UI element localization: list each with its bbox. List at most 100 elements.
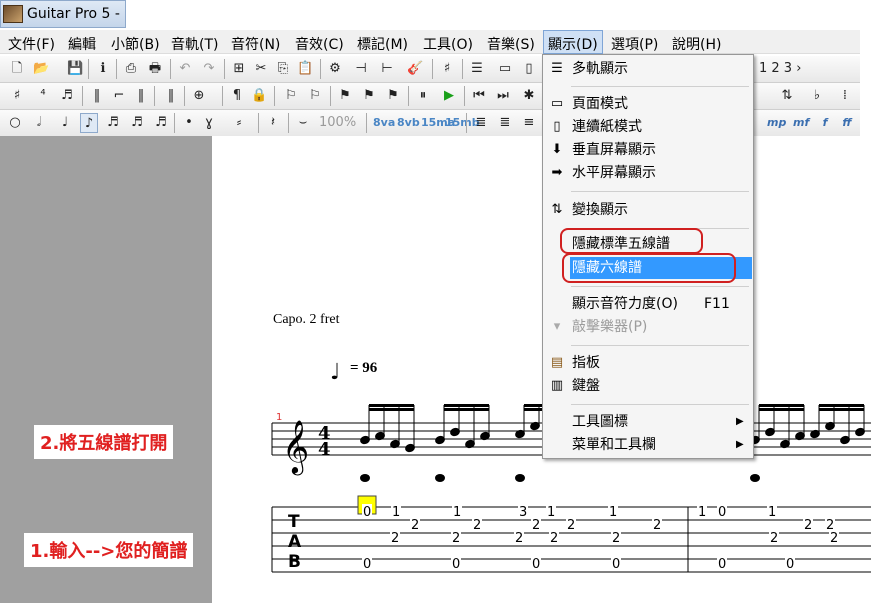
align-lines-3-icon[interactable]: ≡: [520, 113, 538, 133]
tab-number[interactable]: 0: [452, 557, 460, 572]
cut-icon[interactable]: ✂: [252, 59, 270, 79]
quarter-note-icon[interactable]: ♩: [56, 113, 74, 133]
page-view-icon[interactable]: ▭: [496, 59, 514, 79]
menu-item-transpose-display[interactable]: ⇅ 變換顯示: [543, 199, 753, 221]
add-track-icon[interactable]: ⊣: [352, 59, 370, 79]
menu-music[interactable]: 音樂(S): [487, 34, 535, 54]
redo-icon[interactable]: ↷: [200, 59, 218, 79]
whole-note-icon[interactable]: ○: [6, 113, 24, 133]
menu-item-horizontal-screen[interactable]: ➡ 水平屏幕顯示: [543, 162, 753, 184]
more-icon[interactable]: ⁞: [836, 86, 854, 106]
menu-item-menus-toolbars[interactable]: 菜單和工具欄 ▶: [543, 434, 753, 456]
menu-effects[interactable]: 音效(C): [295, 34, 344, 54]
menu-bar-measure[interactable]: 小節(B): [111, 34, 160, 54]
menu-item-multi-track[interactable]: ☰ 多軌顯示: [543, 58, 753, 80]
triplet-feel-icon[interactable]: ♬: [58, 86, 76, 106]
go-to-end-icon[interactable]: ⏭: [494, 86, 512, 106]
add-marker-icon[interactable]: ⚐: [282, 86, 300, 106]
tab-number[interactable]: 1: [698, 505, 706, 520]
menu-view[interactable]: 顯示(D): [543, 30, 603, 54]
tab-number[interactable]: 0: [532, 557, 540, 572]
tab-number[interactable]: 2: [612, 531, 620, 546]
menu-item-vertical-screen[interactable]: ⬇ 垂直屏幕顯示: [543, 139, 753, 161]
tab-number[interactable]: 1: [392, 505, 400, 520]
screen-view-icon[interactable]: ▯: [520, 59, 538, 79]
tab-number[interactable]: 0: [718, 505, 726, 520]
tuplet-icon[interactable]: ɣ: [200, 113, 218, 133]
menu-item-keyboard[interactable]: ▥ 鍵盤: [543, 375, 753, 397]
tab-number[interactable]: 1: [453, 505, 461, 520]
undo-icon[interactable]: ↶: [176, 59, 194, 79]
print-icon[interactable]: 🖶: [146, 59, 164, 79]
lock-icon[interactable]: 🔒: [250, 86, 268, 106]
bass-note-head[interactable]: [360, 474, 370, 482]
tab-number[interactable]: 2: [770, 531, 778, 546]
print-preview-icon[interactable]: ⎙: [122, 59, 140, 79]
tab-number[interactable]: 1: [547, 505, 555, 520]
tab-number[interactable]: 2: [804, 518, 812, 533]
double-bar-icon[interactable]: ‖: [162, 86, 180, 106]
tab-number[interactable]: 0: [612, 557, 620, 572]
sixteenth-note-icon[interactable]: ♬: [104, 113, 122, 133]
menu-item-percussion[interactable]: ▾ 敲擊樂器(P): [543, 316, 753, 338]
zoom-level[interactable]: 100%: [318, 113, 357, 133]
tab-number[interactable]: 0: [363, 557, 371, 572]
menu-item-page-mode[interactable]: ▭ 頁面模式: [543, 93, 753, 115]
paragraph-icon[interactable]: ¶: [228, 86, 246, 106]
tab-number[interactable]: 2: [532, 518, 540, 533]
time-signature-icon[interactable]: ⁴: [34, 86, 52, 106]
tab-number[interactable]: 2: [452, 531, 460, 546]
rest-icon[interactable]: 𝄽: [264, 113, 282, 133]
chord-icon[interactable]: ♯: [438, 59, 456, 79]
menu-options[interactable]: 選項(P): [611, 34, 658, 54]
tab-number[interactable]: 2: [473, 518, 481, 533]
half-note-icon[interactable]: 𝅗𝅥: [30, 113, 48, 133]
bass-note-head[interactable]: [750, 474, 760, 482]
multitrack-toolbar-icon[interactable]: ☰: [468, 59, 486, 79]
thirty-second-note-icon[interactable]: ♬: [128, 113, 146, 133]
bass-note-head[interactable]: [435, 474, 445, 482]
eighth-note-icon[interactable]: ♪: [80, 113, 98, 133]
dynamic-ff-button[interactable]: ff: [838, 113, 856, 133]
menu-help[interactable]: 說明(H): [672, 34, 721, 54]
ottava-8vb-button[interactable]: 8vb: [396, 113, 421, 133]
flag-1-icon[interactable]: ⚑: [336, 86, 354, 106]
menu-tools[interactable]: 工具(O): [423, 34, 473, 54]
tab-number[interactable]: 2: [391, 531, 399, 546]
menu-item-fretboard[interactable]: ▤ 指板: [543, 352, 753, 374]
copy-icon[interactable]: ⎘: [274, 59, 292, 79]
menu-item-show-velocity[interactable]: 顯示音符力度(O) F11: [543, 293, 753, 315]
paw-icon[interactable]: ✱: [520, 86, 538, 106]
go-to-start-icon[interactable]: ⏮: [470, 86, 488, 106]
direction-icon[interactable]: ⊕: [190, 86, 208, 106]
tab-number[interactable]: 0: [718, 557, 726, 572]
marker-list-icon[interactable]: ⚐: [306, 86, 324, 106]
cut-measure-icon[interactable]: ⊞: [230, 59, 248, 79]
song-properties-icon[interactable]: ⚙: [326, 59, 344, 79]
remove-track-icon[interactable]: ⊢: [378, 59, 396, 79]
menu-markers[interactable]: 標記(M): [357, 34, 408, 54]
tab-number[interactable]: 0: [363, 505, 371, 520]
alternate-ending-icon[interactable]: ⌐: [110, 86, 128, 106]
repeat-open-icon[interactable]: ‖: [88, 86, 106, 106]
save-icon[interactable]: 💾: [66, 59, 84, 79]
bass-note-head[interactable]: [515, 474, 525, 482]
guitar-tuner-icon[interactable]: 🎸: [406, 59, 424, 79]
menu-item-scroll-mode[interactable]: ▯ 連續紙模式: [543, 116, 753, 138]
open-file-icon[interactable]: 📂: [32, 59, 50, 79]
metronome-icon[interactable]: ⏸: [414, 86, 432, 106]
flag-2-icon[interactable]: ⚑: [360, 86, 378, 106]
menu-note[interactable]: 音符(N): [231, 34, 280, 54]
key-signature-icon[interactable]: ♯: [8, 86, 26, 106]
tab-number[interactable]: 3: [519, 505, 527, 520]
tie-icon[interactable]: ⌣: [294, 113, 312, 133]
page-nav[interactable]: 1 2 3 ›: [758, 59, 802, 79]
tab-number[interactable]: 2: [411, 518, 419, 533]
tab-number[interactable]: 2: [567, 518, 575, 533]
flag-3-icon[interactable]: ⚑: [384, 86, 402, 106]
play-icon[interactable]: ▶: [440, 86, 458, 106]
transpose-icon[interactable]: ⇅: [778, 86, 796, 106]
dynamic-f-button[interactable]: f: [816, 113, 834, 133]
paste-icon[interactable]: 📋: [296, 59, 314, 79]
align-lines-icon[interactable]: ≣: [472, 113, 490, 133]
